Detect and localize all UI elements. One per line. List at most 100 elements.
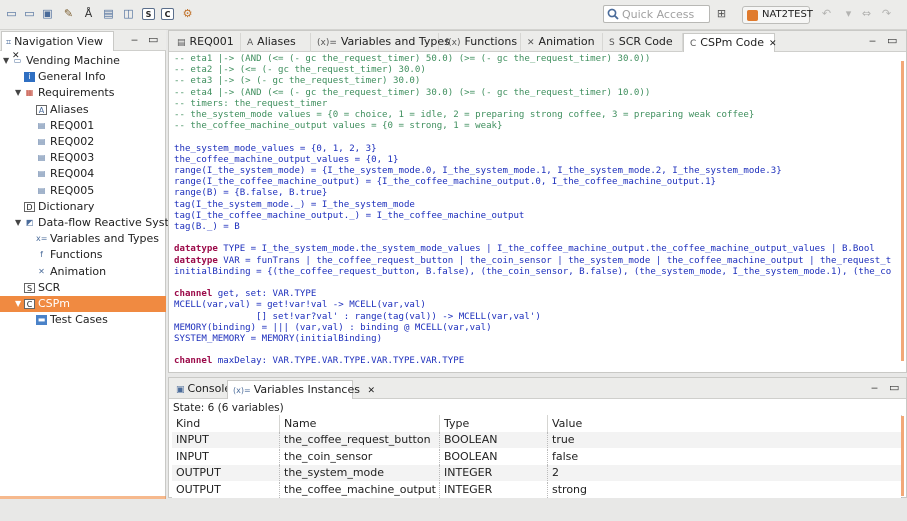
tree-item-req003[interactable]: ▤ REQ003 [0, 150, 166, 166]
maximize-icon[interactable]: ▭ [148, 33, 158, 46]
code-comment: -- the_coffee_machine_output values = {0… [174, 121, 503, 132]
code-keyword: channel [174, 289, 213, 300]
tab-scr-code[interactable]: S SCR Code [603, 33, 683, 52]
tab-console[interactable]: ▣ Console [171, 380, 231, 399]
chart-tool-icon[interactable]: ◫ [122, 8, 135, 20]
table-tool-icon[interactable]: ▤ [102, 8, 115, 20]
code-line: -- eta1 |-> (AND (<= (- gc the_request_t… [174, 54, 650, 65]
tab-cspm-code[interactable]: C CSPm Code ✕ [683, 33, 777, 52]
expand-arrow-icon[interactable]: ▼ [3, 53, 9, 69]
tab-req001[interactable]: ▤ REQ001 [171, 33, 241, 52]
table-cell[interactable]: OUTPUT [172, 465, 280, 481]
code-text: SYSTEM_MEMORY = MEMORY(initialBinding) [174, 334, 383, 344]
tab-animation[interactable]: ✕ Animation [521, 33, 603, 52]
tree-item-aliases[interactable]: A Aliases [0, 102, 166, 118]
table-cell[interactable]: strong [548, 481, 902, 498]
table-cell[interactable]: the_coin_sensor [280, 448, 440, 465]
column-header-kind[interactable]: Kind [172, 415, 280, 432]
table-cell[interactable]: INTEGER [440, 465, 548, 481]
tree-item-req005[interactable]: ▤ REQ005 [0, 183, 166, 199]
table-cell[interactable]: INTEGER [440, 481, 548, 498]
expand-arrow-icon[interactable]: ▼ [15, 296, 21, 312]
tab-aliases[interactable]: A Aliases [241, 33, 311, 52]
quick-access-input[interactable]: Quick Access [603, 5, 710, 23]
requirements-icon: ▦ [24, 88, 35, 99]
nat2test-perspective-button[interactable]: NAT2TEST [742, 6, 813, 24]
tree-item-scr[interactable]: S SCR [0, 280, 166, 296]
tab-navigation-view[interactable]: ⌗ Navigation View ✕ [1, 31, 114, 61]
tree-item-general-info[interactable]: i General Info [0, 69, 166, 85]
navigation-scrollbar[interactable] [0, 496, 166, 499]
table-cell[interactable]: the_coffee_request_button [280, 432, 440, 448]
table-cell[interactable]: the_coffee_machine_output [280, 481, 440, 498]
save-icon[interactable]: ▣ [41, 8, 54, 20]
dictionary-icon: D [24, 201, 35, 212]
nav-history-icon[interactable]: ▾ [842, 8, 855, 20]
tree-item-test-cases[interactable]: ▬ Test Cases [0, 312, 166, 328]
expand-arrow-icon[interactable]: ▼ [15, 215, 21, 231]
pencil-icon[interactable]: ✎ [62, 8, 75, 20]
tree-item-label: Functions [50, 248, 103, 262]
code-line: range(B) = {B.false, B.true} [174, 188, 327, 199]
table-cell[interactable]: false [548, 448, 902, 465]
tree-item-dictionary[interactable]: D Dictionary [0, 199, 166, 215]
tree-item-req004[interactable]: ▤ REQ004 [0, 166, 166, 182]
tree-item-vending-machine[interactable]: ▼ ▭ Vending Machine [0, 53, 166, 69]
minimize-icon[interactable]: ‒ [131, 33, 138, 46]
table-cell[interactable]: INPUT [172, 432, 280, 448]
editor-overview-ruler[interactable] [901, 61, 904, 361]
tree-item-data-flow-reactive-system[interactable]: ▼ ◩ Data-flow Reactive System [0, 215, 186, 231]
close-icon[interactable]: ✕ [367, 386, 375, 396]
table-cell[interactable]: OUTPUT [172, 481, 280, 498]
cspm-tool-icon[interactable]: C [161, 8, 174, 20]
tree-item-animation[interactable]: ✕ Animation [0, 264, 166, 280]
code-keyword: datatype [174, 255, 218, 266]
table-cell[interactable]: BOOLEAN [440, 432, 548, 448]
table-cell[interactable]: the_system_mode [280, 465, 440, 481]
scr-tool-icon[interactable]: S [142, 8, 155, 20]
nav-back-icon[interactable]: ↶ [820, 8, 833, 20]
code-line: -- eta3 |-> (> (- gc the_request_timer) … [174, 76, 420, 87]
new-folder-icon[interactable]: ▭ [5, 8, 18, 20]
minimize-icon[interactable]: ‒ [871, 381, 878, 394]
column-header-name[interactable]: Name [280, 415, 440, 432]
editor-tabbar: ▤ REQ001 A Aliases (x)= Variables and Types f(… [169, 31, 906, 52]
maximize-icon[interactable]: ▭ [887, 34, 897, 47]
info-icon: i [24, 72, 35, 83]
code-text: tag(B._) = B [174, 222, 240, 232]
table-scrollbar[interactable] [901, 416, 904, 496]
tree-item-req002[interactable]: ▤ REQ002 [0, 134, 166, 150]
code-comment: -- timers: the_request_timer [174, 98, 328, 109]
navigation-view-title: Navigation View [14, 35, 104, 48]
tab-variables-instances[interactable]: (x)= Variables Instances ✕ [227, 380, 375, 399]
tree-item-req001[interactable]: ▤ REQ001 [0, 118, 166, 134]
settings-gear-icon[interactable]: ⚙ [181, 8, 194, 20]
tree-item-functions[interactable]: f Functions [0, 247, 166, 263]
expand-arrow-icon[interactable]: ▼ [15, 85, 21, 101]
cspm-code-editor[interactable]: -- eta1 |-> (AND (<= (- gc the_request_t… [174, 54, 899, 372]
code-text: tag(I_the_system_mode._) = I_the_system_… [174, 199, 415, 210]
maximize-icon[interactable]: ▭ [889, 381, 899, 394]
table-cell[interactable]: INPUT [172, 448, 280, 465]
nav-next-icon[interactable]: ↷ [880, 8, 893, 20]
navigation-view-panel: ⌗ Navigation View ✕ ‒ ▭ ▼ ▭ Vending Machine… [0, 30, 186, 499]
table-cell[interactable]: true [548, 432, 902, 448]
close-icon[interactable]: ✕ [769, 39, 777, 49]
tab-label: Functions [464, 35, 518, 48]
code-line: range(I_the_coffee_machine_output) = {I_… [174, 177, 716, 188]
minimize-icon[interactable]: ‒ [869, 34, 876, 47]
tree-item-variables-and-types[interactable]: x= Variables and Types [0, 231, 166, 247]
tab-variables-and-types[interactable]: (x)= Variables and Types [311, 33, 450, 52]
tab-functions[interactable]: f(x) Functions [439, 33, 521, 52]
animation-icon: ✕ [38, 266, 45, 276]
open-perspective-icon[interactable]: ⊞ [715, 8, 728, 20]
open-folder-icon[interactable]: ▭ [23, 8, 36, 20]
column-header-type[interactable]: Type [440, 415, 548, 432]
tree-item-cspm[interactable]: ▼ C CSPm [0, 296, 166, 312]
tree-item-requirements[interactable]: ▼ ▦ Requirements [0, 85, 166, 101]
column-header-value[interactable]: Value [548, 415, 902, 432]
aliases-tool-icon[interactable]: Å [82, 8, 95, 20]
table-cell[interactable]: BOOLEAN [440, 448, 548, 465]
table-cell[interactable]: 2 [548, 465, 902, 481]
nav-forward-icon[interactable]: ⇔ [860, 8, 873, 20]
